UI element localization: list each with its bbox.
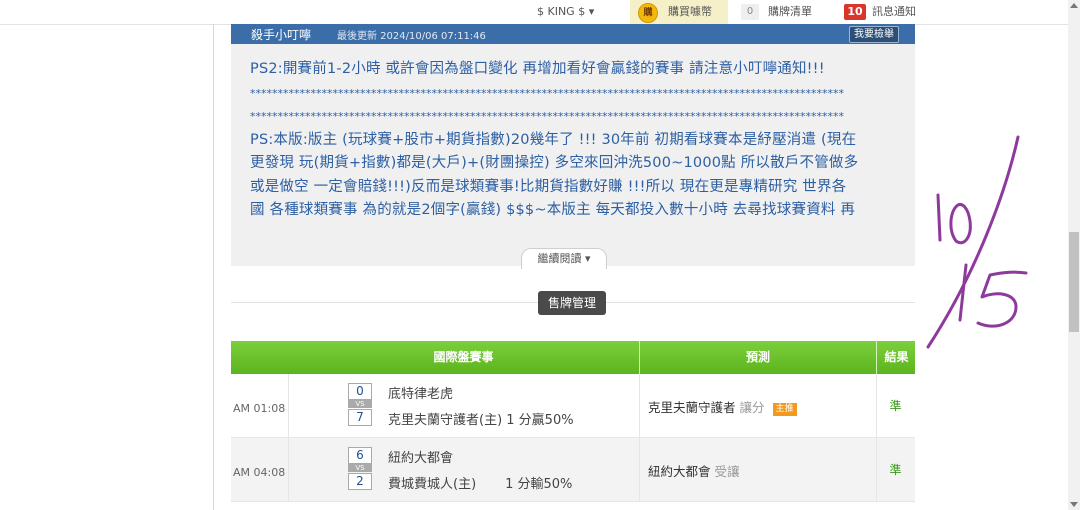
table-header: 國際盤賽事 預測 結果 — [231, 341, 915, 374]
match-time: AM 04:08 — [231, 438, 289, 501]
tips-line: PS2:開賽前1-2小時 或許會因為盤口變化 再增加看好會贏錢的賽事 請注意小叮… — [250, 61, 825, 77]
vs-label: VS — [348, 464, 372, 472]
ink-digit-1 — [936, 193, 942, 242]
result-cell: 準 — [889, 399, 902, 413]
coin-icon: 購 — [638, 3, 658, 23]
cart-link[interactable]: 購牌清單 — [768, 0, 812, 24]
away-score: 6 — [348, 447, 372, 464]
last-updated: 最後更新 2024/10/06 07:11:46 — [337, 31, 486, 42]
tips-panel: 殺手小叮嚀 最後更新 2024/10/06 07:11:46 我要檢舉 PS2:… — [231, 24, 915, 266]
home-score: 2 — [348, 473, 372, 490]
cart-count-badge: 0 — [741, 4, 759, 20]
read-more-button[interactable]: 繼續閱讀 ▾ — [521, 248, 607, 269]
ink-digit-0 — [949, 203, 972, 245]
ink-digit-5 — [976, 270, 1028, 328]
vs-label: VS — [348, 400, 372, 408]
tips-line: ****************************************… — [250, 86, 844, 100]
handwritten-annotation — [926, 135, 1028, 349]
match-time: AM 01:08 — [231, 374, 289, 437]
scroll-down-icon[interactable] — [1070, 502, 1078, 507]
tips-title: 殺手小叮嚀 — [251, 28, 312, 42]
scroll-up-icon[interactable] — [1070, 3, 1078, 8]
report-button[interactable]: 我要檢舉 — [849, 26, 899, 43]
prediction-type: 讓分 — [739, 400, 765, 415]
messages-link[interactable]: 訊息通知 — [872, 0, 916, 24]
tips-line: 或是做空 一定會賠錢!!!)反而是球類賽事!比期貨指數好賺 !!!所以 現在更是… — [250, 178, 847, 195]
away-team: 紐約大都會 — [388, 451, 454, 466]
away-score: 0 — [348, 383, 372, 400]
prediction-table: 國際盤賽事 預測 結果 AM 01:08 0 VS 7 底特律老虎 克里夫蘭守護… — [231, 341, 915, 502]
tips-line: 更發現 玩(期貨+指數)都是(大戶)+(財團操控) 多空來回沖洗500~1000… — [250, 155, 859, 171]
user-menu[interactable]: $ KING $ ▾ — [537, 0, 594, 24]
home-team: 費城費城人(主) 1 分輸50% — [388, 477, 573, 492]
tips-line: ****************************************… — [250, 110, 844, 123]
ink-slash — [926, 135, 1020, 349]
sell-manage-button[interactable]: 售牌管理 — [538, 291, 606, 315]
tips-line: PS:本版:版主 (玩球賽+股市+期貨指數)20幾年了 !!! 30年前 初期看… — [250, 131, 857, 148]
buy-coins-label: 購買噱幣 — [668, 5, 712, 18]
prediction-type: 受讓 — [714, 464, 740, 479]
scrollbar[interactable] — [1068, 0, 1080, 510]
tips-body: PS2:開賽前1-2小時 或許會因為盤口變化 再增加看好會贏錢的賽事 請注意小叮… — [250, 58, 902, 223]
top-bar: $ KING $ ▾ 購 購買噱幣 0 購牌清單 10 訊息通知 — [0, 0, 1068, 25]
prediction-team: 紐約大都會 — [648, 464, 711, 479]
buy-coins-button[interactable]: 購 購買噱幣 — [630, 0, 728, 24]
away-team: 底特律老虎 — [388, 387, 454, 402]
header-match: 國際盤賽事 — [433, 350, 494, 364]
table-row[interactable]: AM 04:08 6 VS 2 紐約大都會 費城費城人(主) 1 分輸50% 紐… — [231, 438, 915, 502]
scroll-thumb[interactable] — [1069, 232, 1079, 332]
prediction-cell: 紐約大都會 受讓 — [639, 438, 877, 501]
prediction-cell: 克里夫蘭守護者 讓分 主推 — [639, 374, 877, 437]
table-row[interactable]: AM 01:08 0 VS 7 底特律老虎 克里夫蘭守護者(主) 1 分贏50%… — [231, 374, 915, 438]
message-count-badge: 10 — [844, 4, 866, 20]
result-cell: 準 — [889, 463, 902, 477]
header-prediction: 預測 — [639, 341, 876, 374]
home-score: 7 — [348, 409, 372, 426]
tips-line: 國 各種球類賽事 為的就是2個字(贏錢) $$$~本版主 每天都投入數十小時 去… — [250, 202, 856, 218]
prediction-team: 克里夫蘭守護者 — [648, 400, 736, 415]
tips-header: 殺手小叮嚀 最後更新 2024/10/06 07:11:46 我要檢舉 — [231, 24, 915, 44]
main-pick-badge: 主推 — [772, 403, 797, 416]
header-result: 結果 — [876, 341, 916, 374]
left-divider — [213, 24, 214, 510]
home-team: 克里夫蘭守護者(主) 1 分贏50% — [388, 413, 574, 428]
